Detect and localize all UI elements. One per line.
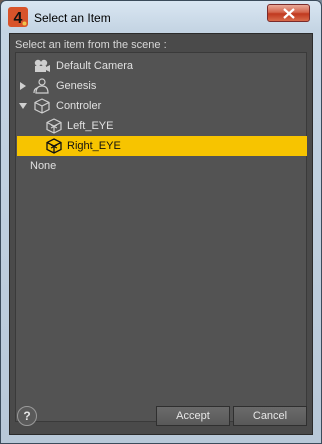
tree-item-genesis[interactable]: Genesis	[16, 76, 306, 96]
app-logo-icon: 4	[8, 7, 28, 27]
tree-item-label: None	[30, 160, 57, 172]
close-icon	[283, 8, 295, 19]
window-title: Select an Item	[34, 11, 111, 25]
tree-item-label: Left_EYE	[67, 120, 114, 132]
scene-tree[interactable]: Default Camera Genesis Controler Left_EY…	[15, 52, 307, 422]
cube-icon	[46, 118, 62, 134]
cube-icon	[34, 98, 50, 114]
tree-item-label: Genesis	[56, 80, 97, 92]
select-item-dialog: 4 Select an Item Select an item from the…	[0, 0, 322, 444]
cube-icon	[46, 138, 62, 154]
accept-button[interactable]: Accept	[156, 406, 230, 426]
tree-item-controler[interactable]: Controler	[16, 96, 306, 116]
help-button[interactable]: ?	[17, 406, 37, 426]
figure-icon	[33, 78, 49, 94]
tree-item-label: Default Camera	[56, 60, 134, 72]
collapse-arrow-icon[interactable]	[18, 101, 28, 111]
dialog-footer: ? Accept Cancel	[15, 402, 307, 430]
svg-text:4: 4	[14, 10, 23, 27]
title-bar: 4 Select an Item	[1, 1, 321, 33]
close-button[interactable]	[267, 4, 310, 22]
tree-item-label: Right_EYE	[67, 140, 121, 152]
expand-arrow-icon[interactable]	[19, 81, 27, 91]
tree-item-label: Controler	[56, 100, 102, 112]
tree-item-left-eye[interactable]: Left_EYE	[16, 116, 306, 136]
dialog-body: Select an item from the scene : Default …	[9, 33, 313, 435]
prompt-label: Select an item from the scene :	[15, 39, 167, 51]
tree-item-right-eye[interactable]: Right_EYE	[17, 136, 307, 156]
tree-item-default-camera[interactable]: Default Camera	[16, 56, 306, 76]
camera-icon	[34, 59, 50, 72]
cancel-button[interactable]: Cancel	[233, 406, 307, 426]
tree-item-none[interactable]: None	[16, 156, 306, 176]
